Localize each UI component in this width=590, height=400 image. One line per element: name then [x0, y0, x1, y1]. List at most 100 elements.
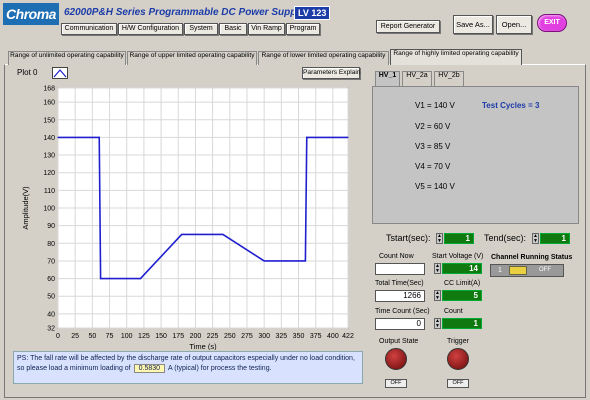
tend-value[interactable]: 1 — [540, 233, 570, 244]
x-tick-label: 75 — [106, 333, 114, 340]
trigger-button[interactable]: OFF — [447, 379, 469, 388]
x-tick-label: 350 — [293, 333, 305, 340]
y-tick-label: 70 — [47, 258, 55, 265]
data-point — [222, 233, 224, 236]
voltage-panel — [372, 86, 579, 224]
output-state-label: Output State — [379, 338, 419, 345]
total-time-label: Total Time(Sec) — [375, 280, 424, 287]
y-tick-label: 60 — [47, 276, 55, 283]
save-as-button[interactable]: Save As... — [453, 15, 493, 34]
x-tick-label: 25 — [71, 333, 79, 340]
report-generator-button[interactable]: Report Generator — [376, 20, 440, 33]
y-tick-label: 110 — [44, 188, 55, 195]
time-count-value: 0 — [375, 318, 425, 330]
x-tick-label: 200 — [190, 333, 202, 340]
data-point — [181, 233, 183, 236]
y-tick-label: 80 — [47, 241, 55, 248]
total-time-value: 1266 — [375, 290, 425, 302]
trigger-indicator[interactable] — [447, 348, 469, 370]
y-tick-label: 130 — [43, 153, 55, 160]
tend-label: Tend(sec): — [484, 233, 527, 243]
data-point — [347, 136, 349, 139]
x-tick-label: 250 — [224, 333, 236, 340]
exit-button[interactable]: EXIT — [537, 14, 567, 32]
time-count-label: Time Count (Sec) — [375, 308, 430, 315]
cc-limit-label: CC Limit(A) — [444, 280, 481, 287]
menu-program[interactable]: Program — [286, 23, 320, 35]
version-badge: LV 123 — [294, 6, 331, 20]
subtab-hv-1[interactable]: HV_1 — [375, 71, 400, 86]
voltage-v2: V2 = 60 V — [415, 122, 451, 131]
channel-led — [509, 266, 527, 275]
channel-status-indicator: 1 OFF — [490, 264, 564, 277]
y-tick-label: 40 — [47, 311, 55, 318]
x-tick-label: 422 — [342, 333, 354, 340]
y-tick-label: 160 — [43, 100, 55, 107]
x-tick-label: 225 — [207, 333, 219, 340]
trigger-label: Trigger — [447, 338, 469, 345]
tstart-value[interactable]: 1 — [444, 233, 474, 244]
subtab-hv-2a[interactable]: HV_2a — [402, 71, 432, 86]
tab-unlimited[interactable]: Range of unlimited operating capability — [8, 51, 126, 65]
data-point — [100, 277, 102, 280]
data-point — [57, 136, 59, 139]
plot-style-selector[interactable] — [52, 67, 68, 79]
x-tick-label: 400 — [327, 333, 339, 340]
y-tick-label: 90 — [47, 223, 55, 230]
y-tick-label: 32 — [47, 326, 55, 333]
tstart-stepper[interactable]: ▲ ▼ — [436, 233, 443, 244]
count-stepper[interactable]: ▲ ▼ — [434, 318, 441, 329]
output-state-indicator[interactable] — [385, 348, 407, 370]
menu-hw-configuration[interactable]: H/W Configuration — [118, 23, 183, 35]
tab-upper-limited[interactable]: Range of upper limited operating capabil… — [127, 51, 257, 65]
x-tick-label: 300 — [258, 333, 270, 340]
voltage-v3: V3 = 85 V — [415, 142, 451, 151]
data-point — [139, 277, 142, 280]
x-tick-label: 375 — [310, 333, 322, 340]
menu-communication[interactable]: Communication — [61, 23, 117, 35]
line-style-icon — [53, 69, 67, 78]
tend-stepper[interactable]: ▲ ▼ — [532, 233, 539, 244]
x-tick-label: 100 — [121, 333, 133, 340]
channel-status-label: Channel Running Status — [491, 254, 573, 261]
cc-limit-value[interactable]: 5 — [442, 290, 482, 301]
start-voltage-label: Start Voltage (V) — [432, 253, 484, 260]
x-axis-label: Time (s) — [189, 342, 217, 350]
chroma-logo: Chroma — [3, 3, 59, 25]
menu-vin-ramp[interactable]: Vin Ramp — [248, 23, 285, 35]
parameters-explain-button[interactable]: Parameters Explain — [302, 67, 361, 79]
x-tick-label: 50 — [88, 333, 96, 340]
data-point — [306, 136, 308, 139]
count-value[interactable]: 1 — [442, 318, 482, 329]
data-point — [263, 260, 265, 262]
waveform-chart: 0 25 50 75 100 125 150 175 200 225 250 275 300 325 350… — [12, 80, 358, 352]
voltage-v1: V1 = 140 V — [415, 101, 455, 110]
waveform-chart-svg: 0 25 50 75 100 125 150 175 200 225 250 275 300 325 350… — [21, 86, 354, 352]
y-tick-label: 150 — [43, 117, 55, 124]
open-button[interactable]: Open... — [496, 15, 532, 34]
process-note: PS: The fall rate will be affected by th… — [13, 351, 363, 384]
channel-number: 1 — [498, 267, 502, 274]
tstart-label: Tstart(sec): — [386, 233, 431, 243]
menu-system[interactable]: System — [184, 23, 218, 35]
cc-limit-stepper[interactable]: ▲ ▼ — [434, 290, 441, 301]
y-tick-label: 168 — [43, 86, 55, 93]
y-axis-label: Amplitude(V) — [21, 186, 30, 230]
y-tick-label: 50 — [47, 294, 55, 301]
menu-basic[interactable]: Basic — [219, 23, 247, 35]
start-voltage-value[interactable]: 14 — [442, 263, 482, 274]
count-now-value — [375, 263, 425, 275]
x-tick-label: 0 — [56, 333, 60, 340]
subtab-hv-2b[interactable]: HV_2b — [434, 71, 464, 86]
voltage-v4: V4 = 70 V — [415, 162, 451, 171]
channel-state: OFF — [539, 267, 551, 273]
output-state-button[interactable]: OFF — [385, 379, 407, 388]
count-label: Count — [444, 308, 463, 315]
tab-highly-limited[interactable]: Range of highly limited operating capabi… — [390, 49, 522, 65]
start-voltage-stepper[interactable]: ▲ ▼ — [434, 263, 441, 274]
plot-label: Plot 0 — [17, 68, 38, 77]
y-tick-label: 100 — [43, 206, 55, 213]
data-point — [304, 260, 306, 262]
tab-lower-limited[interactable]: Range of lower limited operating capabil… — [258, 51, 389, 65]
app-title: 62000P&H Series Programmable DC Power Su… — [64, 7, 305, 18]
